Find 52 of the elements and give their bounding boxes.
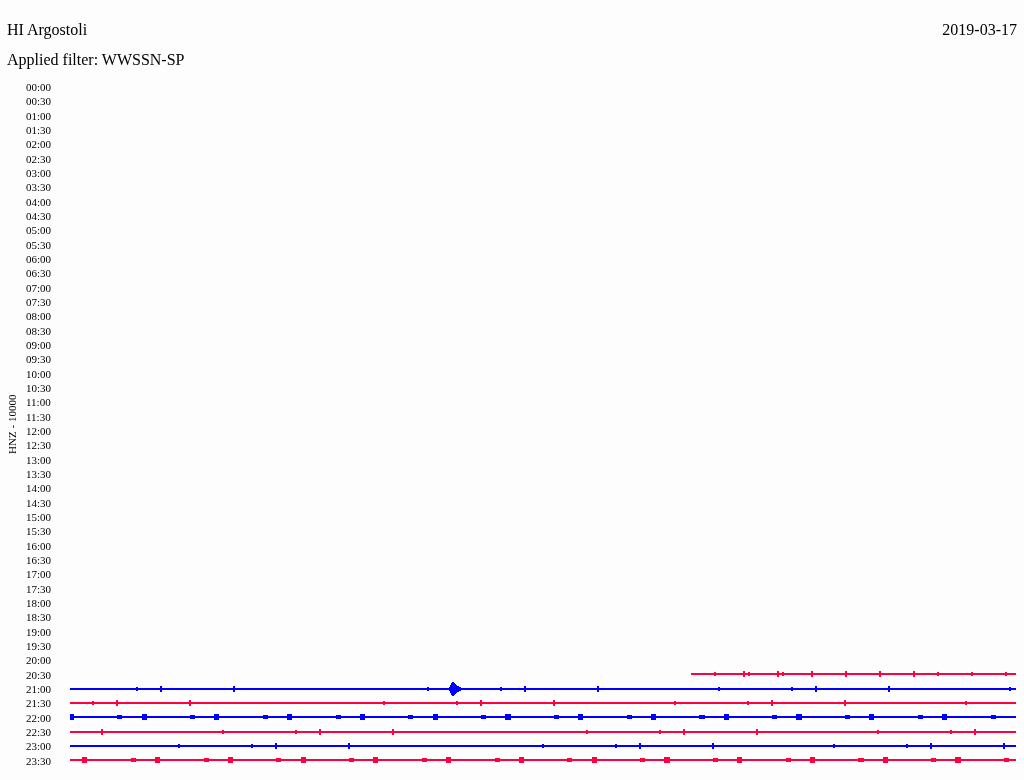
time-label: 07:00	[26, 281, 52, 294]
time-label: 20:00	[26, 654, 52, 667]
time-label: 06:30	[26, 267, 52, 280]
station-title: HI Argostoli	[7, 20, 88, 40]
time-label: 17:00	[26, 568, 52, 581]
time-label: 08:30	[26, 324, 52, 337]
date-label: 2019-03-17	[942, 20, 1017, 40]
time-label: 00:00	[26, 81, 52, 94]
time-label: 10:30	[26, 382, 52, 395]
time-label: 17:30	[26, 582, 52, 595]
time-label: 18:00	[26, 596, 52, 609]
time-label: 15:30	[26, 525, 52, 538]
time-label: 23:30	[26, 754, 52, 767]
time-label: 04:30	[26, 210, 52, 223]
time-label: 05:30	[26, 238, 52, 251]
time-label: 06:00	[26, 253, 52, 266]
time-label: 21:00	[26, 682, 52, 695]
time-label: 22:00	[26, 711, 52, 724]
time-label: 16:30	[26, 554, 52, 566]
time-label: 08:00	[26, 310, 52, 323]
time-label: 13:00	[26, 453, 52, 466]
time-label: 00:30	[26, 95, 52, 108]
time-label: 21:30	[26, 697, 52, 710]
axis-label: HNZ - 10000	[5, 394, 20, 454]
time-label: 12:00	[26, 425, 52, 438]
time-label: 12:30	[26, 439, 52, 452]
time-label: 11:30	[26, 410, 51, 423]
time-label: 02:30	[26, 152, 52, 165]
time-label: 13:30	[26, 468, 52, 480]
time-label: 15:00	[26, 511, 52, 523]
time-label: 07:30	[26, 296, 52, 309]
time-label: 09:00	[26, 339, 52, 352]
time-label: 02:00	[26, 138, 52, 151]
time-label: 03:30	[26, 181, 52, 194]
time-label: 14:00	[26, 482, 52, 495]
time-label: 04:00	[26, 195, 52, 208]
time-label: 03:00	[26, 167, 52, 180]
time-label: 05:00	[26, 224, 52, 237]
time-label: 11:00	[26, 396, 51, 409]
time-label: 20:30	[26, 668, 52, 681]
time-label: 01:00	[26, 109, 52, 122]
filter-label: Applied filter: WWSSN-SP	[7, 51, 185, 68]
time-label: 01:30	[26, 124, 52, 137]
time-label: 10:00	[26, 367, 52, 380]
time-label: 09:30	[26, 353, 52, 366]
time-label: 19:00	[26, 625, 52, 638]
time-label: 16:00	[26, 539, 52, 552]
time-label: 23:00	[26, 740, 52, 753]
time-label: 19:30	[26, 639, 52, 652]
time-label: 18:30	[26, 611, 52, 624]
time-label: 22:30	[26, 725, 52, 738]
time-label: 14:30	[26, 496, 52, 509]
